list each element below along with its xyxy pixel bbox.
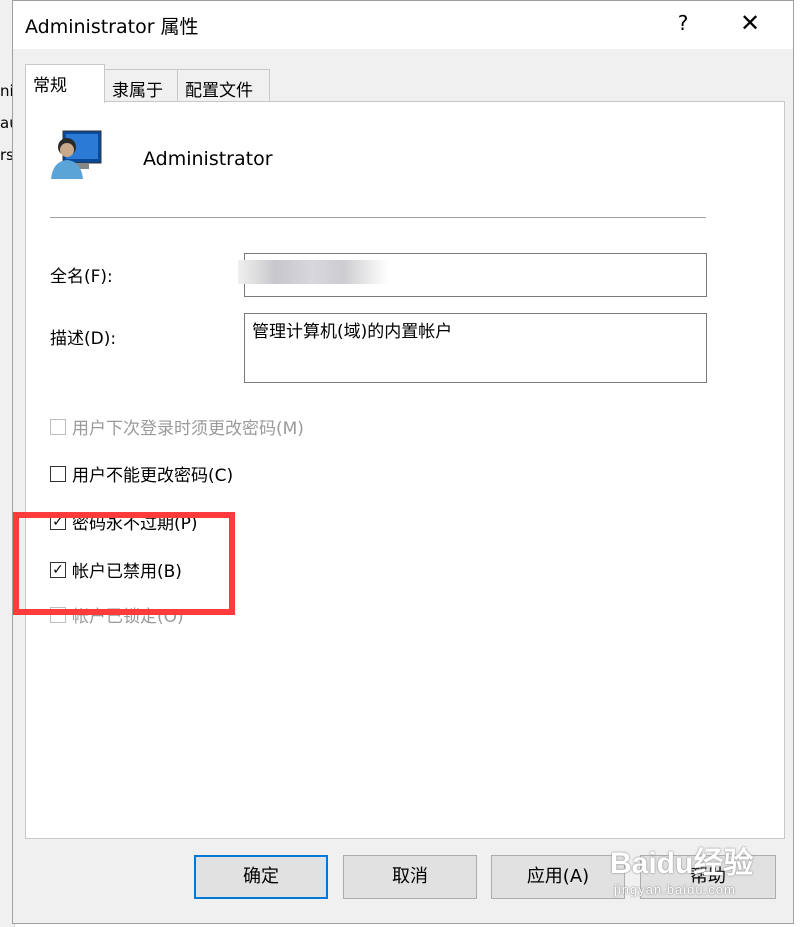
description-text: 管理计算机(域)的内置帐户 <box>252 322 453 342</box>
checkbox-box[interactable]: ✓ <box>50 513 66 530</box>
fullname-label: 全名(F): <box>50 267 113 287</box>
divider <box>50 217 706 218</box>
checkbox-account-locked[interactable]: 帐户已锁定(O) <box>50 602 184 627</box>
description-field[interactable]: 管理计算机(域)的内置帐户 <box>244 313 707 383</box>
checkbox-label: 用户不能更改密码(C) <box>72 466 234 486</box>
checkbox-box[interactable]: ✓ <box>50 561 66 578</box>
tab-label: 隶属于 <box>112 81 163 101</box>
checkbox-must-change-password[interactable]: 用户下次登录时须更改密码(M) <box>50 414 304 439</box>
properties-dialog: Administrator 属性 ? ✕ 常规 隶属于 配置文件 Adminis… <box>12 0 794 924</box>
description-label: 描述(D): <box>50 329 117 349</box>
checkbox-password-never-expires[interactable]: ✓ 密码永不过期(P) <box>50 509 198 534</box>
checkbox-account-disabled[interactable]: ✓ 帐户已禁用(B) <box>50 557 182 582</box>
tab-label: 配置文件 <box>185 81 253 101</box>
user-name: Administrator <box>143 148 273 170</box>
watermark-logo: Baidu经验 <box>610 847 754 880</box>
checkbox-box[interactable] <box>50 606 66 623</box>
checkbox-label: 用户下次登录时须更改密码(M) <box>72 419 304 439</box>
checkbox-cannot-change-password[interactable]: 用户不能更改密码(C) <box>50 461 233 486</box>
checkbox-label: 密码永不过期(P) <box>72 514 198 534</box>
tab-member-of[interactable]: 隶属于 <box>104 69 178 101</box>
dialog-title: Administrator 属性 <box>25 16 199 38</box>
help-button[interactable]: ? <box>668 11 698 35</box>
checkbox-label: 帐户已锁定(O) <box>72 607 184 627</box>
tab-profile[interactable]: 配置文件 <box>177 69 270 101</box>
watermark-url: jingyan.baidu.com <box>614 882 736 897</box>
checkbox-label: 帐户已禁用(B) <box>72 562 182 582</box>
close-button[interactable]: ✕ <box>735 9 765 37</box>
ok-button[interactable]: 确定 <box>194 855 328 899</box>
cancel-button[interactable]: 取消 <box>343 855 477 899</box>
tab-general[interactable]: 常规 <box>25 64 105 103</box>
apply-button[interactable]: 应用(A) <box>491 855 625 899</box>
baidu-watermark: Baidu经验 jingyan.baidu.com <box>610 838 790 908</box>
checkbox-box[interactable] <box>50 465 66 482</box>
user-monitor-icon <box>49 129 103 181</box>
checkbox-box[interactable] <box>50 418 66 435</box>
title-bar: Administrator 属性 ? ✕ <box>13 1 793 49</box>
tab-label: 常规 <box>33 76 67 96</box>
redacted-fullname <box>238 260 388 284</box>
